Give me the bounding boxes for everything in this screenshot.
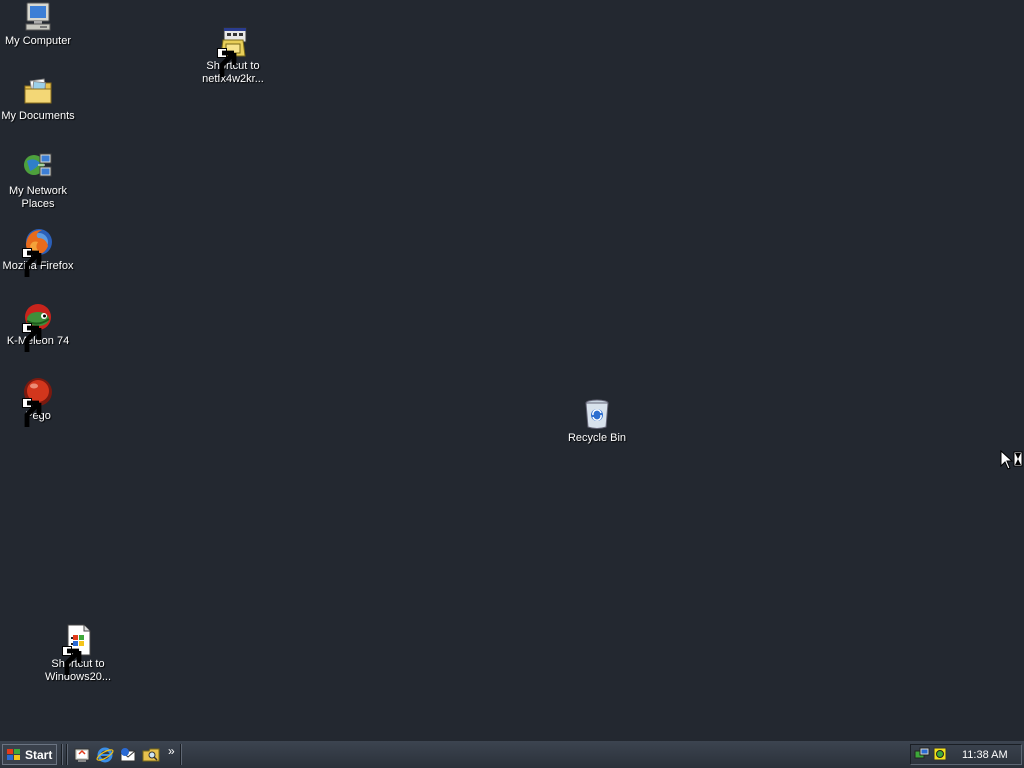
quick-launch-overflow-button[interactable]: » (168, 744, 175, 758)
desktop-icon-label: Recycle Bin (567, 432, 627, 444)
desktop-icon-pego[interactable]: Pego (0, 376, 76, 427)
taskbar-separator (180, 744, 182, 765)
desktop-icon-my-network-places[interactable]: My Network Places (0, 151, 76, 211)
taskbar-separator (61, 744, 63, 765)
outlook-express-icon[interactable] (119, 746, 137, 764)
busy-cursor-icon (1000, 449, 1024, 472)
network-icon (22, 151, 54, 183)
shortcut-arrow-icon (217, 48, 237, 77)
explorer-search-icon[interactable] (142, 746, 160, 764)
taskbar-clock[interactable]: 11:38 AM (962, 749, 1008, 761)
desktop[interactable]: My Computer My Documents My Network Plac… (0, 0, 1024, 741)
desktop-icon-my-documents[interactable]: My Documents (0, 76, 76, 123)
desktop-icon-k-meleon[interactable]: K-Meleon 74 (0, 301, 76, 352)
windows-document-icon (62, 624, 94, 675)
start-button[interactable]: Start (2, 744, 57, 765)
shortcut-arrow-icon (62, 646, 82, 675)
shortcut-arrow-icon (22, 323, 42, 352)
desktop-icon-recycle-bin[interactable]: Recycle Bin (559, 398, 635, 445)
desktop-icon-shortcut-netfx[interactable]: Shortcut to netfx4w2kr... (195, 26, 271, 86)
pego-icon (22, 376, 54, 427)
recycle-bin-icon (581, 398, 613, 430)
internet-explorer-icon[interactable] (96, 746, 114, 764)
network-tray-icon[interactable] (914, 746, 930, 762)
folder-documents-icon (22, 76, 54, 108)
shortcut-arrow-icon (22, 248, 42, 277)
windows-logo-icon (6, 747, 22, 763)
start-label: Start (25, 747, 53, 762)
taskbar-separator (66, 744, 68, 765)
security-tray-icon[interactable] (932, 746, 948, 762)
desktop-icon-mozilla-firefox[interactable]: Mozilla Firefox (0, 226, 76, 277)
desktop-icon-my-computer[interactable]: My Computer (0, 1, 76, 48)
desktop-icon-label: My Documents (1, 110, 75, 122)
k-meleon-icon (22, 301, 54, 352)
desktop-icon-label: My Network Places (8, 185, 68, 210)
computer-icon (22, 1, 54, 33)
desktop-icon-label: My Computer (4, 35, 72, 47)
firefox-icon (22, 226, 54, 277)
show-desktop-icon[interactable] (73, 746, 91, 764)
installer-icon (217, 26, 249, 77)
shortcut-arrow-icon (22, 398, 42, 427)
desktop-icon-shortcut-windows20[interactable]: Shortcut to Windows20... (40, 624, 116, 684)
